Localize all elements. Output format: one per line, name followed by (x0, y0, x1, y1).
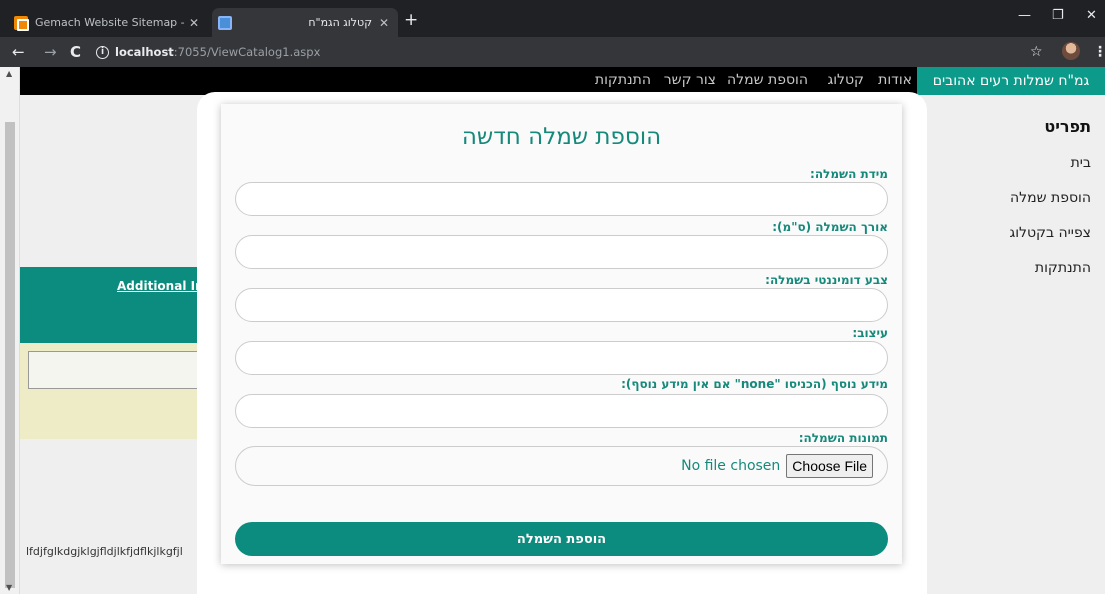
table-header: Additional Info (20, 267, 217, 343)
design-label: עיצוב: (852, 326, 888, 340)
new-tab-button[interactable]: + (404, 12, 418, 29)
bookmark-star-icon[interactable]: ☆ (1030, 44, 1043, 60)
images-label: תמונות השמלה: (798, 431, 888, 445)
browser-toolbar: ← → C i localhost :7055/ViewCatalog1.asp… (0, 37, 1105, 67)
nav-link-about[interactable]: אודות (878, 72, 912, 88)
forward-arrow-icon[interactable]: → (44, 42, 57, 62)
minimize-button[interactable]: — (1018, 8, 1031, 23)
close-icon[interactable]: ✕ (376, 16, 392, 30)
nav-link-contact[interactable]: צור קשר (664, 72, 716, 88)
tab-title: Gemach Website Sitemap - draw (35, 16, 186, 29)
table-row (20, 343, 208, 439)
page-icon (218, 15, 232, 30)
reload-icon[interactable]: C (70, 42, 81, 62)
page-sidebar: תפריט בית הוספת שמלה צפייה בקטלוג התנתקו… (925, 95, 1105, 594)
extra-info-label: מידע נוסף (הכניסו "none" אם אין מידע נוס… (621, 377, 888, 391)
scrollbar-thumb[interactable] (5, 122, 15, 588)
scrollbar[interactable]: ▲ ▼ (0, 67, 20, 594)
color-label: צבע דומיננטי בשמלה: (765, 273, 888, 287)
add-dress-button[interactable]: הוספת השמלה (235, 522, 888, 556)
file-status: No file chosen (681, 458, 781, 474)
row-input[interactable] (28, 351, 208, 389)
back-arrow-icon[interactable]: ← (12, 42, 25, 62)
scroll-up-icon[interactable]: ▲ (6, 69, 12, 78)
nav-link-add-dress[interactable]: הוספת שמלה (727, 72, 808, 88)
drawio-icon (14, 15, 29, 31)
length-label: אורך השמלה (ס"מ): (772, 220, 888, 234)
sidebar-item-home[interactable]: בית (925, 155, 1091, 171)
scroll-down-icon[interactable]: ▼ (6, 583, 12, 592)
color-input[interactable] (235, 288, 888, 322)
nav-link-logout[interactable]: התנתקות (595, 72, 651, 88)
url-host: localhost (115, 45, 174, 59)
site-brand[interactable]: גמ"ח שמלות רעים אהובים (917, 67, 1105, 95)
menu-kebab-icon[interactable]: ⋮ (1093, 44, 1105, 60)
nav-link-catalog[interactable]: קטלוג (827, 72, 864, 88)
background-content: Additional Info lfdjfglkdgjklgjfldjlkfjd… (20, 95, 217, 594)
choose-file-button[interactable]: Choose File (786, 454, 873, 478)
file-upload-field[interactable]: Choose File No file chosen (235, 446, 888, 486)
sidebar-item-add-dress[interactable]: הוספת שמלה (925, 190, 1091, 206)
browser-tab-sitemap[interactable]: Gemach Website Sitemap - draw ✕ (14, 8, 208, 37)
browser-tabstrip: Gemach Website Sitemap - draw ✕ קטלוג הג… (0, 0, 1105, 37)
row-text: lfdjfglkdgjklgjfldjlkfjdflkjlkgfjl (26, 545, 183, 558)
sidebar-item-logout[interactable]: התנתקות (925, 260, 1091, 276)
length-input[interactable] (235, 235, 888, 269)
site-navbar: גמ"ח שמלות רעים אהובים אודות קטלוג הוספת… (20, 67, 1105, 95)
extra-info-input[interactable] (235, 394, 888, 428)
address-bar[interactable]: i localhost :7055/ViewCatalog1.aspx (96, 41, 1046, 63)
form-title: הוספת שמלה חדשה (461, 124, 662, 150)
size-input[interactable] (235, 182, 888, 216)
close-icon[interactable]: ✕ (186, 16, 202, 30)
page-viewport: ▲ ▼ גמ"ח שמלות רעים אהובים אודות קטלוג ה… (0, 67, 1105, 594)
close-window-button[interactable]: ✕ (1086, 8, 1097, 23)
browser-tab-catalog[interactable]: קטלוג הגמ"ח ✕ (212, 8, 398, 37)
info-icon[interactable]: i (96, 45, 109, 59)
design-input[interactable] (235, 341, 888, 375)
url-path: :7055/ViewCatalog1.aspx (173, 45, 321, 59)
profile-avatar[interactable] (1062, 42, 1080, 60)
sidebar-item-catalog[interactable]: צפייה בקטלוג (925, 225, 1091, 241)
size-label: מידת השמלה: (810, 167, 888, 181)
tab-title: קטלוג הגמ"ח (308, 16, 372, 29)
sidebar-title: תפריט (1044, 117, 1091, 136)
maximize-button[interactable]: ❐ (1052, 8, 1064, 23)
add-dress-form: הוספת שמלה חדשה מידת השמלה: אורך השמלה (… (221, 104, 902, 564)
